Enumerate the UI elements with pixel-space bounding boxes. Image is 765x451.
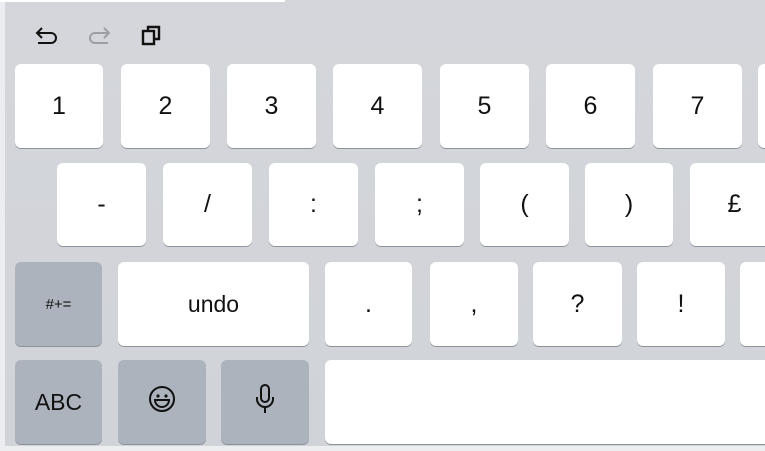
keyboard-bottom-edge — [0, 446, 765, 451]
symbols-toggle-button[interactable]: #+= — [15, 262, 102, 346]
undo-key[interactable]: undo — [118, 262, 309, 346]
key-label: #+= — [45, 295, 72, 313]
key-label: £ — [727, 190, 742, 218]
key-partial-right[interactable] — [740, 262, 765, 346]
key-label: 2 — [158, 91, 173, 120]
key-6[interactable]: 6 — [546, 64, 635, 148]
key-label: , — [470, 289, 478, 318]
key-label: 1 — [52, 91, 66, 120]
key-colon[interactable]: : — [269, 163, 358, 246]
key-open-paren[interactable]: ( — [480, 163, 569, 246]
key-1[interactable]: 1 — [15, 64, 103, 148]
key-label: / — [204, 190, 211, 218]
space-bar[interactable] — [325, 360, 765, 444]
dictation-button[interactable] — [221, 360, 309, 444]
key-label: 4 — [370, 91, 385, 120]
key-label: ) — [624, 190, 634, 218]
key-label: 5 — [477, 91, 492, 120]
key-label: ! — [677, 289, 685, 318]
key-label: ? — [570, 289, 585, 318]
key-pound[interactable]: £ — [690, 163, 765, 246]
key-5[interactable]: 5 — [440, 64, 529, 148]
key-label: - — [97, 190, 106, 218]
key-slash[interactable]: / — [163, 163, 252, 246]
redo-arrow-icon[interactable] — [87, 22, 113, 48]
key-semicolon[interactable]: ; — [375, 163, 464, 246]
emoji-smiley-icon — [148, 385, 176, 420]
key-label: ; — [416, 190, 423, 218]
paste-clipboard-icon[interactable] — [138, 22, 164, 48]
key-partial-right[interactable] — [758, 64, 765, 148]
abc-button[interactable]: ABC — [15, 360, 102, 444]
keyboard-top-edge — [0, 0, 285, 2]
key-label: ( — [520, 190, 529, 218]
keyboard-left-edge — [0, 0, 5, 451]
microphone-icon — [255, 383, 275, 422]
emoji-button[interactable] — [118, 360, 206, 444]
key-label: undo — [187, 290, 240, 317]
key-7[interactable]: 7 — [653, 64, 742, 148]
undo-arrow-icon[interactable] — [33, 22, 59, 48]
key-comma[interactable]: , — [430, 262, 518, 346]
key-question[interactable]: ? — [533, 262, 622, 346]
key-label: 7 — [690, 91, 705, 120]
key-label: 6 — [583, 91, 598, 120]
key-close-paren[interactable]: ) — [585, 163, 673, 246]
key-period[interactable]: . — [325, 262, 412, 346]
key-4[interactable]: 4 — [333, 64, 422, 148]
key-hyphen[interactable]: - — [57, 163, 146, 246]
key-label: : — [310, 190, 317, 218]
key-label: 3 — [264, 91, 279, 120]
key-exclamation[interactable]: ! — [637, 262, 725, 346]
key-2[interactable]: 2 — [121, 64, 210, 148]
key-3[interactable]: 3 — [227, 64, 316, 148]
key-label: . — [365, 289, 372, 318]
key-label: ABC — [34, 388, 83, 415]
